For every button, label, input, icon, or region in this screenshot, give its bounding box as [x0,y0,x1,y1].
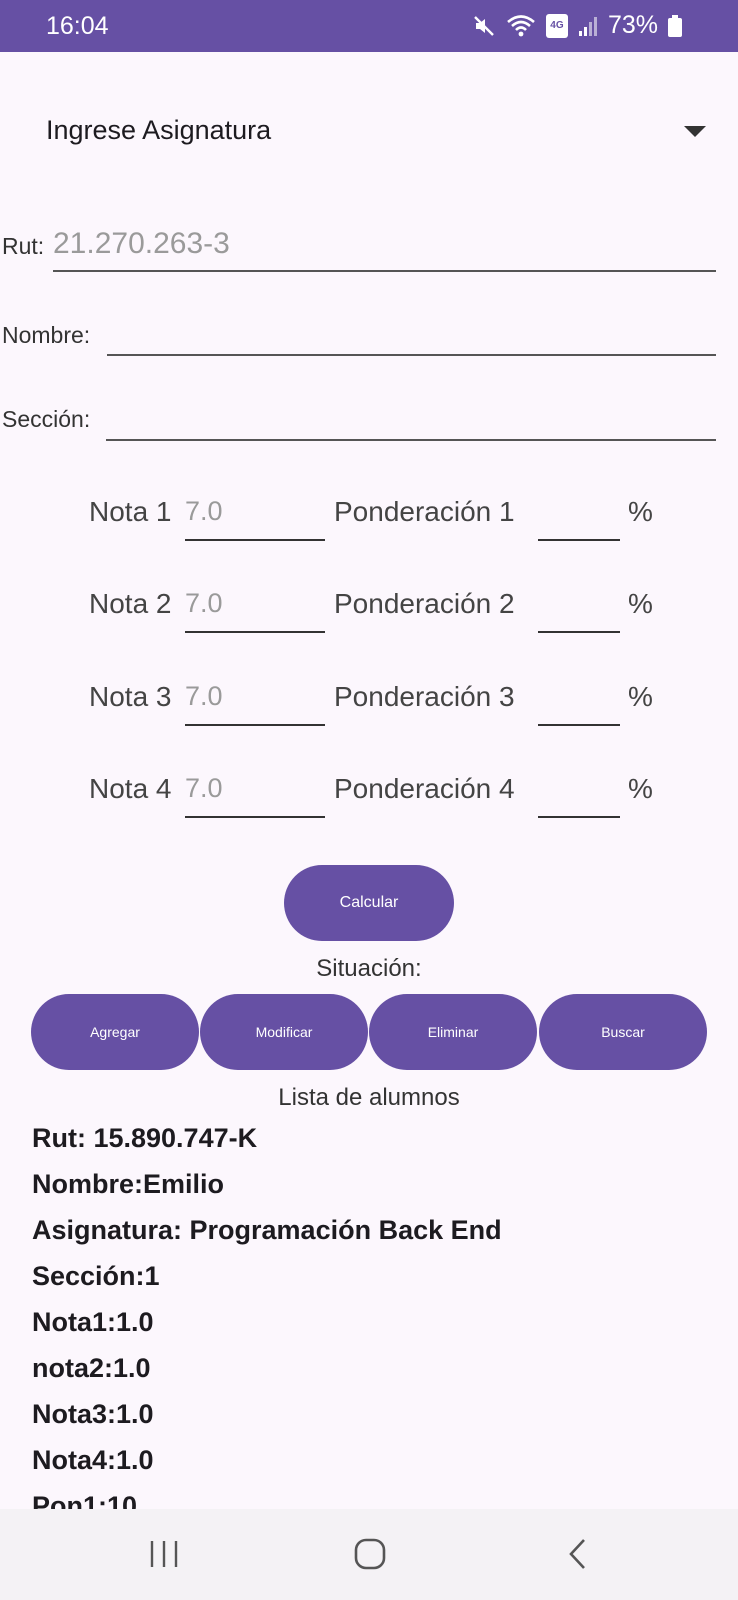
seccion-input[interactable] [106,391,716,441]
chevron-down-icon [684,126,706,137]
nota-1-input[interactable]: 7.0 [185,490,325,542]
nota-1-underline [185,539,325,541]
modificar-button[interactable]: Modificar [200,994,368,1070]
ponderacion-3-underline [538,724,620,726]
percent-3: % [628,681,653,712]
nota-2-label: Nota 2 [89,588,172,619]
student-list[interactable]: Rut: 15.890.747-K Nombre:Emilio Asignatu… [0,1115,738,1509]
record-nombre: Nombre:Emilio [32,1169,225,1199]
battery-level: 73% [607,11,658,39]
network-badge: 4G [545,13,568,38]
ponderacion-2-input[interactable] [538,582,620,634]
record-nota3: Nota3:1.0 [32,1399,154,1429]
rut-input[interactable]: 21.270.263-3 [53,222,716,272]
ponderacion-1-underline [538,539,620,541]
status-time: 16:04 [46,12,109,40]
record-nota4: Nota4:1.0 [32,1445,154,1475]
battery-icon [668,14,682,38]
nombre-input[interactable] [107,306,716,356]
subject-spinner[interactable]: Ingrese Asignatura [46,110,706,156]
nota-2-underline [185,631,325,633]
record-pon1: Pon1:10 [32,1491,138,1509]
record-rut: Rut: 15.890.747-K [32,1123,258,1153]
ponderacion-2-label: Ponderación 2 [334,588,515,619]
status-icons: 4G 73% [472,11,682,40]
status-bar: 16:04 4G 73% [0,0,738,52]
navigation-bar [0,1509,738,1600]
subject-spinner-label: Ingrese Asignatura [46,115,272,145]
record-nota1: Nota1:1.0 [32,1307,154,1337]
percent-4: % [628,773,653,804]
nota-4-label: Nota 4 [89,773,172,804]
ponderacion-3-label: Ponderación 3 [334,681,515,712]
nota-2-input[interactable]: 7.0 [185,582,325,634]
nota-4-hint: 7.0 [185,773,223,803]
ponderacion-4-input[interactable] [538,767,620,819]
record-nota2: nota2:1.0 [32,1353,151,1383]
ponderacion-3-input[interactable] [538,675,620,727]
nota-3-label: Nota 3 [89,681,172,712]
ponderacion-4-label: Ponderación 4 [334,773,515,804]
nota-4-input[interactable]: 7.0 [185,767,325,819]
ponderacion-4-underline [538,816,620,818]
nombre-label: Nombre: [2,322,91,348]
agregar-button[interactable]: Agregar [31,994,199,1070]
ponderacion-1-input[interactable] [538,490,620,542]
mute-icon [472,14,496,38]
percent-1: % [628,496,653,527]
nota-3-input[interactable]: 7.0 [185,675,325,727]
nota-1-hint: 7.0 [185,496,223,526]
situacion-label: Situación: [316,955,422,982]
wifi-icon [506,14,536,38]
record-seccion: Sección:1 [32,1261,160,1291]
nota-2-hint: 7.0 [185,588,223,618]
ponderacion-1-label: Ponderación 1 [334,496,515,527]
rut-label: Rut: [2,233,45,259]
nota-4-underline [185,816,325,818]
record-asignatura: Asignatura: Programación Back End [32,1215,502,1245]
nota-3-hint: 7.0 [185,681,223,711]
calcular-button[interactable]: Calcular [284,865,454,941]
rut-hint: 21.270.263-3 [53,227,230,260]
list-title: Lista de alumnos [278,1084,460,1111]
signal-icon [578,14,598,38]
eliminar-button[interactable]: Eliminar [369,994,537,1070]
percent-2: % [628,588,653,619]
nota-1-label: Nota 1 [89,496,172,527]
seccion-label: Sección: [2,406,91,432]
ponderacion-2-underline [538,631,620,633]
buscar-button[interactable]: Buscar [539,994,707,1070]
nota-3-underline [185,724,325,726]
